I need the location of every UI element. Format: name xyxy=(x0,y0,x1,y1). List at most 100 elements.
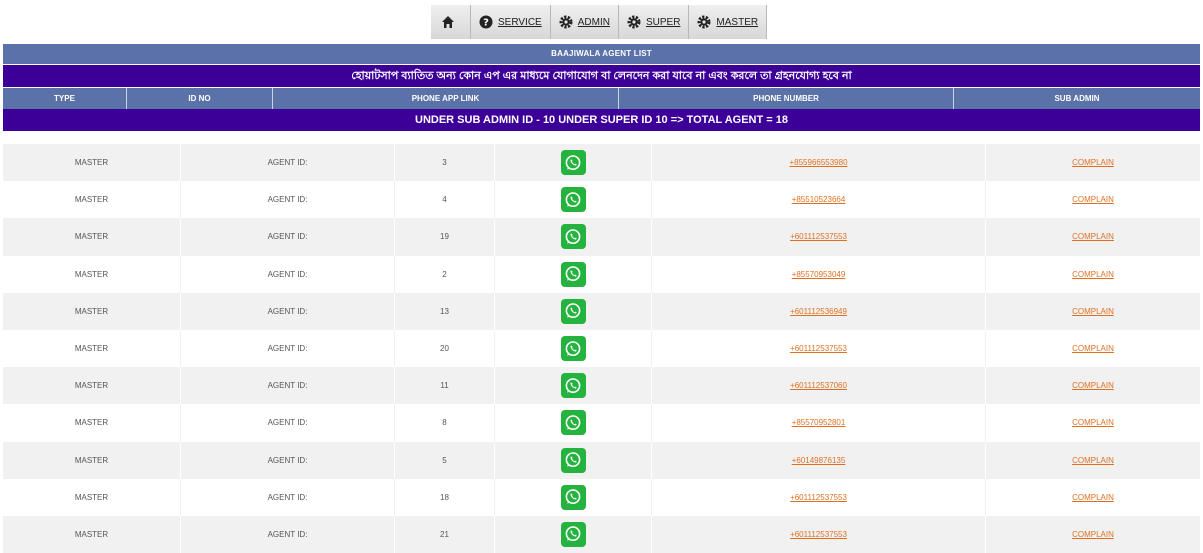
agent-id: 21 xyxy=(395,515,495,553)
whatsapp-cell xyxy=(495,478,652,516)
table-row: MASTER AGENT ID: 18 +601112537553 COMPLAIN xyxy=(3,478,1200,516)
whatsapp-cell xyxy=(495,404,652,442)
phone-number-link[interactable]: +601112537553 xyxy=(790,530,847,539)
agent-type: MASTER xyxy=(3,181,181,219)
whatsapp-cell xyxy=(495,144,652,182)
agent-type: MASTER xyxy=(3,144,181,182)
nav-admin[interactable]: ADMIN xyxy=(551,5,619,39)
complain-link[interactable]: COMPLAIN xyxy=(1072,418,1114,427)
table-row: MASTER AGENT ID: 3 +855966553980 COMPLAIN xyxy=(3,144,1200,182)
complain-cell: COMPLAIN xyxy=(986,479,1200,516)
table-row: MASTER AGENT ID: 2 +85570953049 COMPLAIN xyxy=(3,255,1200,293)
whatsapp-icon[interactable] xyxy=(560,150,586,176)
agent-id-label: AGENT ID: xyxy=(181,329,395,368)
phone-number-link[interactable]: +85570952801 xyxy=(792,418,846,427)
agent-type: MASTER xyxy=(3,218,181,256)
whatsapp-cell xyxy=(495,515,652,553)
complain-link[interactable]: COMPLAIN xyxy=(1072,307,1114,316)
page-title: BAAJIWALA AGENT LIST xyxy=(3,44,1200,64)
top-nav: ? SERVICE ADMIN SUPER MASTER xyxy=(431,5,768,39)
phone-number-link[interactable]: +85570953049 xyxy=(792,270,846,279)
agent-id-label: AGENT ID: xyxy=(181,441,395,479)
complain-link[interactable]: COMPLAIN xyxy=(1072,195,1114,204)
complain-cell: COMPLAIN xyxy=(986,367,1200,404)
phone-number-link[interactable]: +855966553980 xyxy=(789,158,847,167)
column-header-type: TYPE xyxy=(3,88,127,109)
svg-text:?: ? xyxy=(483,18,489,29)
complain-link[interactable]: COMPLAIN xyxy=(1072,381,1114,390)
complain-link[interactable]: COMPLAIN xyxy=(1072,493,1114,502)
agent-id-label: AGENT ID: xyxy=(181,404,395,442)
agent-type: MASTER xyxy=(3,329,181,368)
whatsapp-icon[interactable] xyxy=(560,224,586,250)
agent-id: 2 xyxy=(395,255,495,293)
phone-cell: +855966553980 xyxy=(652,144,986,182)
agent-type: MASTER xyxy=(3,292,181,330)
complain-cell: COMPLAIN xyxy=(986,516,1200,553)
phone-number-link[interactable]: +60149876135 xyxy=(792,456,846,465)
whatsapp-icon[interactable] xyxy=(560,410,586,436)
whatsapp-icon[interactable] xyxy=(560,336,586,362)
agent-id-label: AGENT ID: xyxy=(181,255,395,293)
whatsapp-cell xyxy=(495,441,652,479)
agent-id: 8 xyxy=(395,404,495,442)
whatsapp-cell xyxy=(495,329,652,368)
nav-home[interactable] xyxy=(431,5,471,39)
agent-type: MASTER xyxy=(3,404,181,442)
gear-icon xyxy=(697,15,711,29)
whatsapp-icon[interactable] xyxy=(560,484,586,510)
complain-cell: COMPLAIN xyxy=(986,404,1200,441)
agent-table: MASTER AGENT ID: 3 +855966553980 COMPLAIN MAS… xyxy=(3,144,1200,553)
agent-id-label: AGENT ID: xyxy=(181,367,395,405)
column-header-phone: PHONE NUMBER xyxy=(619,88,954,109)
complain-link[interactable]: COMPLAIN xyxy=(1072,344,1114,353)
nav-service-label: SERVICE xyxy=(498,16,542,28)
phone-number-link[interactable]: +601112536949 xyxy=(790,307,847,316)
phone-number-link[interactable]: +601112537553 xyxy=(790,493,847,502)
home-icon xyxy=(442,16,454,28)
phone-cell: +60149876135 xyxy=(652,441,986,479)
agent-id: 19 xyxy=(395,218,495,256)
agent-id-label: AGENT ID: xyxy=(181,218,395,256)
whatsapp-cell xyxy=(495,292,652,330)
agent-type: MASTER xyxy=(3,478,181,516)
whatsapp-icon[interactable] xyxy=(560,373,586,399)
complain-link[interactable]: COMPLAIN xyxy=(1072,530,1114,539)
column-header-sub-admin: SUB ADMIN xyxy=(1054,94,1100,103)
complain-link[interactable]: COMPLAIN xyxy=(1072,270,1114,279)
phone-number-link[interactable]: +601112537553 xyxy=(790,344,847,353)
nav-super[interactable]: SUPER xyxy=(619,5,690,39)
nav-master[interactable]: MASTER xyxy=(689,5,768,39)
agent-type: MASTER xyxy=(3,515,181,553)
phone-number-link[interactable]: +85510523664 xyxy=(792,195,846,204)
whatsapp-cell xyxy=(495,255,652,293)
phone-cell: +601112536949 xyxy=(652,292,986,330)
agent-id: 3 xyxy=(395,144,495,182)
complain-link[interactable]: COMPLAIN xyxy=(1072,158,1114,167)
whatsapp-icon[interactable] xyxy=(560,261,586,287)
whatsapp-icon[interactable] xyxy=(560,447,586,473)
phone-number-link[interactable]: +601112537060 xyxy=(790,381,847,390)
complain-cell: COMPLAIN xyxy=(986,144,1200,181)
whatsapp-cell xyxy=(495,367,652,405)
complain-link[interactable]: COMPLAIN xyxy=(1072,456,1114,465)
phone-cell: +601112537553 xyxy=(652,515,986,553)
whatsapp-icon[interactable] xyxy=(560,521,586,547)
phone-cell: +85570952801 xyxy=(652,404,986,442)
agent-id: 11 xyxy=(395,367,495,405)
table-row: MASTER AGENT ID: 4 +85510523664 COMPLAIN xyxy=(3,181,1200,219)
whatsapp-icon[interactable] xyxy=(560,298,586,324)
complain-link[interactable]: COMPLAIN xyxy=(1072,232,1114,241)
table-header: TYPE ID NO PHONE APP LINK PHONE NUMBER S… xyxy=(3,88,1200,109)
phone-number-link[interactable]: +601112537553 xyxy=(790,232,847,241)
nav-super-label: SUPER xyxy=(645,16,681,28)
complain-cell: COMPLAIN xyxy=(986,442,1200,479)
table-row: MASTER AGENT ID: 13 +601112536949 COMPLAIN xyxy=(3,292,1200,330)
phone-cell: +601112537553 xyxy=(652,329,986,368)
agent-id: 13 xyxy=(395,292,495,330)
nav-service[interactable]: ? SERVICE xyxy=(471,5,551,39)
column-header-id: ID NO xyxy=(127,88,273,109)
notice-banner: হোয়াটসাপ ব্যাতিত অন্য কোন এপ এর মাধ্যমে… xyxy=(3,65,1200,87)
agent-id: 5 xyxy=(395,441,495,479)
whatsapp-icon[interactable] xyxy=(560,187,586,213)
